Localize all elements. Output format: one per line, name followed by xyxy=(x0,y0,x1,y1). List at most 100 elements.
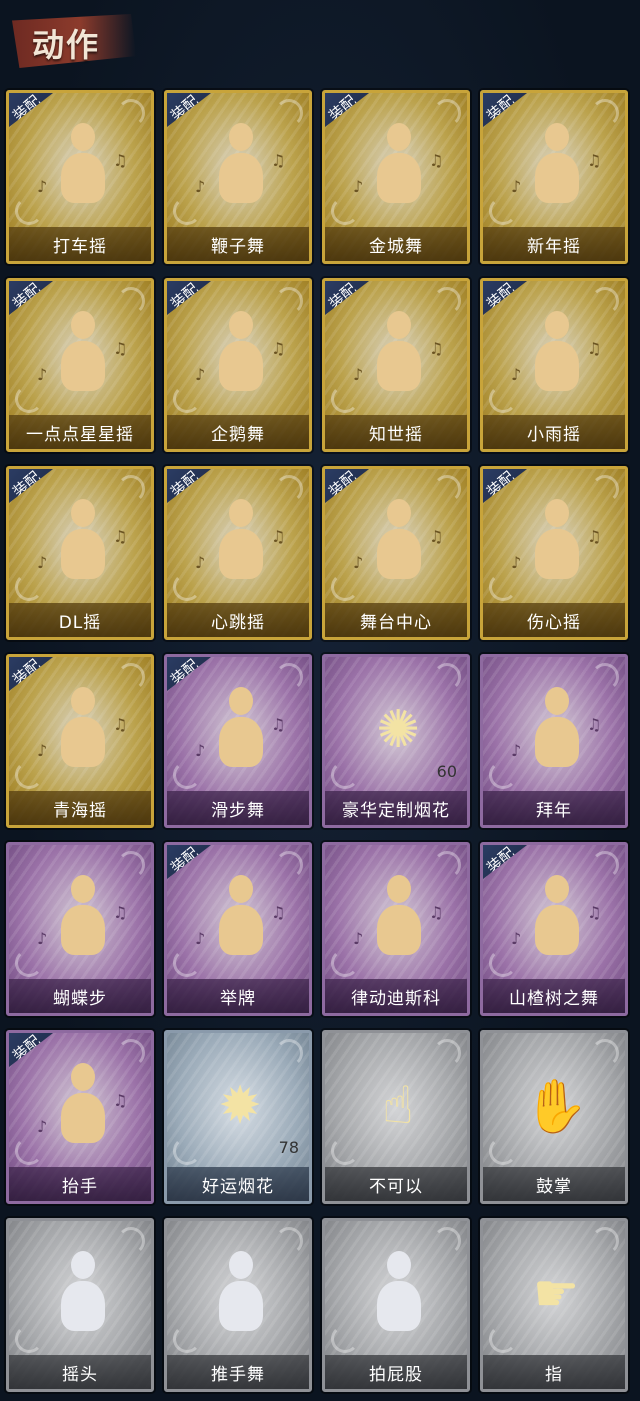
emote-name: 企鹅舞 xyxy=(167,415,309,449)
figure-body xyxy=(61,529,105,579)
emote-card[interactable]: ✋ 鼓掌 xyxy=(480,1030,628,1204)
emote-card[interactable]: ✹ 78 好运烟花 xyxy=(164,1030,312,1204)
dance-figure-icon xyxy=(527,311,587,397)
emote-name: 豪华定制烟花 xyxy=(325,791,467,825)
emote-card[interactable]: 装配 ♪ ♫ 抬手 xyxy=(6,1030,154,1204)
emote-card[interactable]: ☝ 不可以 xyxy=(322,1030,470,1204)
emote-card[interactable]: 装配 ♪ ♫ 金城舞 xyxy=(322,90,470,264)
music-note-icon: ♫ xyxy=(271,715,286,734)
equip-label: 装配 xyxy=(483,843,518,877)
emote-name: 抬手 xyxy=(9,1167,151,1201)
emote-name: 小雨摇 xyxy=(483,415,625,449)
equip-badge: 装配 xyxy=(9,469,53,503)
emote-name: 新年摇 xyxy=(483,227,625,261)
emote-card[interactable]: 装配 ♪ ♫ 小雨摇 xyxy=(480,278,628,452)
equip-badge: 装配 xyxy=(483,469,527,503)
dance-figure-icon xyxy=(527,123,587,209)
music-note-icon: ♫ xyxy=(113,903,128,922)
emote-card[interactable]: 装配 ♪ ♫ 知世摇 xyxy=(322,278,470,452)
emote-card[interactable]: 装配 ♪ ♫ 滑步舞 xyxy=(164,654,312,828)
figure-body xyxy=(535,529,579,579)
music-note-icon: ♫ xyxy=(113,151,128,170)
emote-card[interactable]: ✺ 60 豪华定制烟花 xyxy=(322,654,470,828)
emote-page: 动作 装配 ♪ ♫ 打车摇 装配 ♪ ♫ 鞭子舞 装配 ♪ ♫ 金城舞 装配 ♪ ♫ 新年摇 装配 ♪ ♫ 一点点星星… xyxy=(0,0,640,1401)
figure-head xyxy=(545,123,569,151)
emote-card[interactable]: 装配 ♪ ♫ 新年摇 xyxy=(480,90,628,264)
music-note-icon: ♪ xyxy=(511,741,522,760)
dance-figure-icon xyxy=(211,311,271,397)
figure-body xyxy=(61,717,105,767)
equip-badge: 装配 xyxy=(483,845,527,879)
emote-card[interactable]: 推手舞 xyxy=(164,1218,312,1392)
music-note-icon: ♫ xyxy=(113,715,128,734)
music-note-icon: ♫ xyxy=(587,527,602,546)
emote-name: 鼓掌 xyxy=(483,1167,625,1201)
equip-badge: 装配 xyxy=(325,281,369,315)
emote-card[interactable]: 装配 ♪ ♫ 伤心摇 xyxy=(480,466,628,640)
music-note-icon: ♪ xyxy=(37,1117,48,1136)
sign-figure-icon xyxy=(211,875,271,961)
equip-label: 装配 xyxy=(167,279,202,313)
emote-name: 好运烟花 xyxy=(167,1167,309,1201)
dance-figure-icon xyxy=(211,687,271,773)
equip-label: 装配 xyxy=(325,467,360,501)
equip-label: 装配 xyxy=(483,467,518,501)
emote-card[interactable]: 装配 ♪ ♫ 打车摇 xyxy=(6,90,154,264)
figure-body xyxy=(219,529,263,579)
equip-label: 装配 xyxy=(483,91,518,125)
emote-name: 摇头 xyxy=(9,1355,151,1389)
figure-body xyxy=(377,529,421,579)
music-note-icon: ♪ xyxy=(511,929,522,948)
emote-card[interactable]: 装配 ♪ ♫ 企鹅舞 xyxy=(164,278,312,452)
figure-head xyxy=(545,499,569,527)
figure-head xyxy=(71,1063,95,1091)
emote-card[interactable]: 装配 ♪ ♫ 心跳摇 xyxy=(164,466,312,640)
figure-head xyxy=(387,311,411,339)
emote-card[interactable]: ♪ ♫ 蝴蝶步 xyxy=(6,842,154,1016)
equip-badge: 装配 xyxy=(167,93,211,127)
music-note-icon: ♪ xyxy=(195,741,206,760)
emote-card[interactable]: 装配 ♪ ♫ 青海摇 xyxy=(6,654,154,828)
figure-body xyxy=(219,1281,263,1331)
greeting-figure-icon xyxy=(527,687,587,773)
equip-label: 装配 xyxy=(483,279,518,313)
figure-head xyxy=(71,123,95,151)
emote-card[interactable]: 装配 ♪ ♫ 一点点星星摇 xyxy=(6,278,154,452)
music-note-icon: ♫ xyxy=(587,339,602,358)
figure-head xyxy=(387,875,411,903)
emote-card[interactable]: 装配 ♪ ♫ 山楂树之舞 xyxy=(480,842,628,1016)
emote-card[interactable]: ♪ ♫ 律动迪斯科 xyxy=(322,842,470,1016)
emote-name: DL摇 xyxy=(9,603,151,637)
equip-badge: 装配 xyxy=(9,281,53,315)
music-note-icon: ♫ xyxy=(429,903,444,922)
music-note-icon: ♪ xyxy=(195,365,206,384)
emote-card[interactable]: 装配 ♪ ♫ DL摇 xyxy=(6,466,154,640)
page-title: 动作 xyxy=(32,26,101,64)
pointing-hand-icon: ☛ xyxy=(532,1264,580,1324)
music-note-icon: ♫ xyxy=(429,151,444,170)
equip-badge: 装配 xyxy=(325,469,369,503)
emote-card[interactable]: ☛ 指 xyxy=(480,1218,628,1392)
emote-card[interactable]: ♪ ♫ 拜年 xyxy=(480,654,628,828)
music-note-icon: ♫ xyxy=(271,151,286,170)
emote-name: 拍屁股 xyxy=(325,1355,467,1389)
emote-card[interactable]: 装配 ♪ ♫ 举牌 xyxy=(164,842,312,1016)
finger-wag-icon: ☝ xyxy=(382,1076,414,1136)
music-note-icon: ♫ xyxy=(587,151,602,170)
emote-card[interactable]: 拍屁股 xyxy=(322,1218,470,1392)
emote-name: 伤心摇 xyxy=(483,603,625,637)
emote-card[interactable]: 摇头 xyxy=(6,1218,154,1392)
push-hands-figure-icon xyxy=(211,1251,271,1337)
figure-head xyxy=(71,875,95,903)
emote-card[interactable]: 装配 ♪ ♫ 鞭子舞 xyxy=(164,90,312,264)
dance-figure-icon xyxy=(369,123,429,209)
equip-label: 装配 xyxy=(167,655,202,689)
emote-card[interactable]: 装配 ♪ ♫ 舞台中心 xyxy=(322,466,470,640)
equip-label: 装配 xyxy=(167,843,202,877)
equip-label: 装配 xyxy=(9,655,44,689)
music-note-icon: ♫ xyxy=(113,1091,128,1110)
figure-head xyxy=(229,123,253,151)
equip-badge: 装配 xyxy=(167,845,211,879)
music-note-icon: ♪ xyxy=(195,177,206,196)
emote-name: 鞭子舞 xyxy=(167,227,309,261)
